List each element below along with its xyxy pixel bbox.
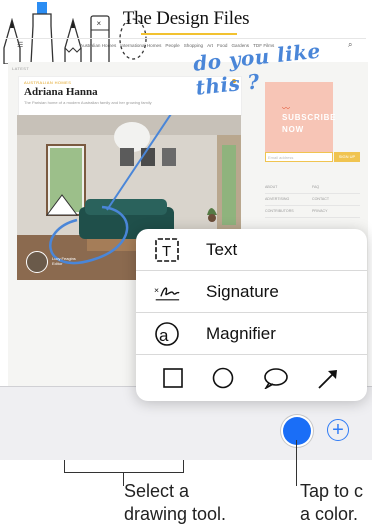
square-icon[interactable]	[162, 367, 184, 389]
sidebar-link[interactable]: FAQ	[312, 182, 359, 193]
svg-text:×: ×	[154, 285, 159, 295]
link-row: ADVERTISING CONTACT	[265, 194, 360, 206]
add-button[interactable]: +	[327, 419, 349, 441]
subscribe-text: SUBSCRIBE NOW	[282, 112, 336, 136]
tool-bracket	[64, 460, 184, 473]
color-picker-button[interactable]	[283, 417, 311, 445]
speech-bubble-icon[interactable]	[263, 367, 289, 389]
site-title[interactable]: The Design Files	[0, 8, 372, 35]
nav-item[interactable]: People	[165, 43, 179, 48]
arrow-icon[interactable]	[316, 367, 340, 391]
menu-item-label: Magnifier	[206, 324, 276, 343]
nav-item[interactable]: International Homes	[120, 43, 161, 48]
sidebar-link[interactable]: CONTACT	[312, 194, 359, 205]
svg-text:T: T	[162, 243, 171, 260]
signup-button[interactable]: SIGN UP	[334, 152, 360, 162]
sidebar-link[interactable]: ADVERTISING	[265, 194, 312, 205]
svg-text:a: a	[159, 326, 169, 345]
shapes-row	[136, 355, 367, 401]
callout-line: drawing tool.	[124, 504, 227, 524]
latest-tag: LATEST	[12, 66, 30, 71]
circle-icon[interactable]	[212, 367, 234, 389]
menu-item-label: Text	[206, 240, 238, 259]
email-input[interactable]: Email address	[265, 152, 333, 162]
markup-popup-menu: T Text × Signature a Magnifier	[136, 229, 367, 401]
author-avatar[interactable]	[26, 251, 48, 273]
callout-select-color: Tap to c a color.	[300, 480, 363, 526]
text-box-icon: T	[155, 238, 179, 262]
callout-line: a color.	[300, 504, 359, 524]
nav-item[interactable]: Australian Homes	[80, 43, 116, 48]
magnifier-icon: a	[155, 322, 179, 346]
signature-icon: ×	[154, 285, 180, 301]
menu-item-label: Signature	[206, 282, 279, 301]
article-title[interactable]: Adriana Hanna	[24, 86, 98, 98]
subscribe-line2: NOW	[282, 125, 304, 134]
color-callout-line	[296, 440, 297, 486]
nav-item[interactable]: Food	[217, 43, 227, 48]
sidebar-link[interactable]: CONTRIBUTORS	[265, 206, 312, 217]
link-row: ABOUT FAQ	[265, 182, 360, 194]
article-category: AUSTRALIAN HOMES	[24, 80, 72, 85]
menu-icon[interactable]: ☰	[17, 41, 25, 49]
nav-item[interactable]: Shopping	[184, 43, 203, 48]
nav-item[interactable]: Art	[207, 43, 213, 48]
author-info: Lucy Feagins Editor	[52, 256, 76, 266]
menu-item-magnifier[interactable]: a Magnifier	[136, 313, 367, 355]
menu-item-signature[interactable]: × Signature	[136, 271, 367, 313]
callout-select-tool: Select a drawing tool.	[124, 480, 226, 526]
sidebar-links: ABOUT FAQ ADVERTISING CONTACT CONTRIBUTORS…	[265, 182, 360, 218]
callout-line: Select a	[124, 481, 190, 501]
callout-line: Tap to c	[300, 481, 364, 501]
article-subtitle: The Parisian home of a modern Australian…	[24, 100, 152, 105]
subscribe-line1: SUBSCRIBE	[282, 113, 337, 122]
menu-item-text[interactable]: T Text	[136, 229, 367, 271]
sidebar-link[interactable]: ABOUT	[265, 182, 312, 193]
sidebar-link[interactable]: PRIVACY	[312, 206, 359, 217]
link-row: CONTRIBUTORS PRIVACY	[265, 206, 360, 218]
author-role: Editor	[52, 261, 63, 266]
